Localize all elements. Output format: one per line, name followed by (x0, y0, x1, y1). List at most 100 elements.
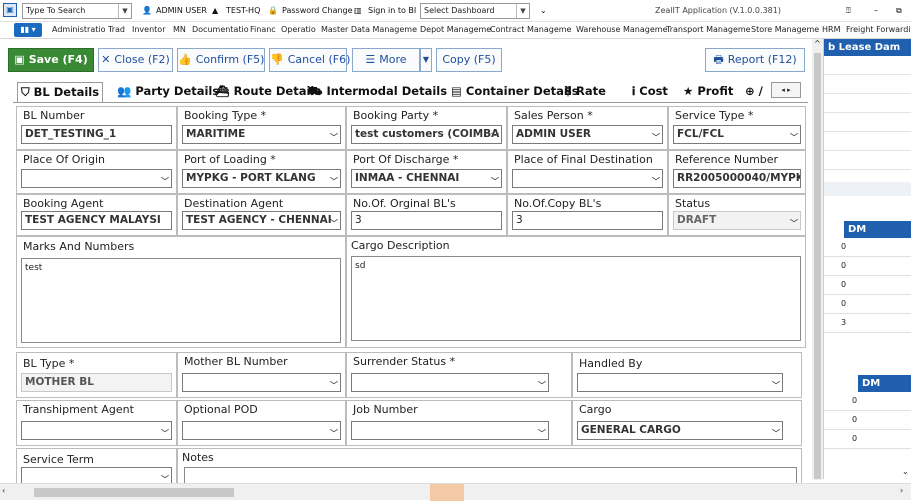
menu-item-depot[interactable]: Depot Manageme (420, 25, 491, 34)
menu-item-operation[interactable]: Operatio (281, 25, 316, 34)
place-of-origin-select[interactable]: ﹀ (21, 169, 172, 188)
horizontal-scrollbar[interactable]: ‹ › (0, 483, 911, 501)
scroll-thumb[interactable] (34, 488, 234, 497)
tab-party-details[interactable]: 👥 Party Details (117, 84, 219, 98)
menu-item-inventory[interactable]: Inventor (132, 25, 165, 34)
menu-item-contract[interactable]: Contract Manageme (490, 25, 571, 34)
scroll-left-icon[interactable]: ‹ (2, 486, 5, 495)
tab-cost[interactable]: 𝐢 Cost (632, 84, 668, 99)
main-menu-button[interactable]: ▮▮ ▾ (14, 23, 42, 37)
search-input[interactable]: Type To Search ▼ (22, 3, 132, 19)
job-number-select[interactable]: ﹀ (351, 421, 549, 440)
scroll-right-icon[interactable]: › (900, 486, 903, 495)
dashboard-select[interactable]: Select Dashboard ▼ (420, 3, 530, 19)
chevron-down-icon[interactable]: ▼ (118, 4, 131, 18)
scroll-thumb[interactable] (814, 53, 821, 479)
tab-route-details[interactable]: ⛴ Route Details (215, 84, 321, 98)
mother-bl-select[interactable]: ﹀ (182, 373, 341, 392)
optional-pod-select[interactable]: ﹀ (182, 421, 341, 440)
right-panel-scroll-down-icon[interactable]: ⌄ (902, 467, 909, 476)
chevron-down-icon[interactable]: ﹀ (330, 425, 338, 439)
tab-intermodal-details[interactable]: ⛟ Intermodal Details (308, 84, 447, 100)
pin-icon[interactable]: ⌄ (540, 4, 547, 18)
chevron-down-icon[interactable]: ﹀ (772, 425, 780, 439)
sales-person-select[interactable]: ADMIN USER ﹀ (512, 125, 663, 144)
chevron-down-icon[interactable]: ﹀ (330, 129, 338, 143)
user-name[interactable]: ADMIN USER (156, 4, 207, 18)
chevron-down-icon[interactable]: ﹀ (491, 129, 499, 143)
tab-more[interactable]: ⊕ / (745, 84, 763, 98)
tab-scroll-buttons[interactable]: ◂ ▸ (771, 82, 801, 98)
confirm-button[interactable]: 👍 Confirm (F5) (177, 48, 265, 72)
surrender-select[interactable]: ﹀ (351, 373, 549, 392)
menu-item-hrm[interactable]: HRM (822, 25, 840, 34)
chevron-down-icon[interactable]: ﹀ (330, 377, 338, 391)
cargo-desc-textarea[interactable]: sd (351, 256, 801, 341)
port-of-discharge-select[interactable]: INMAA - CHENNAI ﹀ (351, 169, 502, 188)
menu-item-transport[interactable]: Transport Manageme (666, 25, 751, 34)
close-button[interactable]: ✕ Close (F2) (98, 48, 173, 72)
menu-item-master-data[interactable]: Master Data Manageme (321, 25, 417, 34)
chevron-down-icon[interactable]: ﹀ (538, 377, 546, 391)
copy-bls-field[interactable]: 3 (512, 211, 663, 230)
menu-item-freight[interactable]: Freight Forwardin (846, 25, 911, 34)
scroll-up-icon[interactable]: ^ (814, 39, 821, 48)
chevron-down-icon[interactable]: ﹀ (652, 129, 660, 143)
top-bar: ▣ Type To Search ▼ 👤 ADMIN USER ▲ TEST-H… (0, 0, 911, 22)
chevron-down-icon[interactable]: ﹀ (161, 425, 169, 439)
save-button[interactable]: ▣ Save (F4) (8, 48, 94, 72)
tab-bl-details[interactable]: ⛉ BL Details (17, 82, 104, 102)
tranship-agent-select[interactable]: ﹀ (21, 421, 172, 440)
password-change-link[interactable]: Password Change (282, 4, 353, 18)
booking-type-select[interactable]: MARITIME ﹀ (182, 125, 341, 144)
help-icon[interactable]: ⍰ (846, 4, 851, 18)
menu-item-store[interactable]: Store Manageme (751, 25, 819, 34)
reference-number-field[interactable]: RR2005000040/MYPK (673, 169, 801, 188)
marks-textarea[interactable]: test (21, 258, 341, 343)
restore-icon[interactable]: ⧉ (896, 4, 902, 18)
report-button[interactable]: 🖶 Report (F12) (705, 48, 805, 72)
menu-item-warehouse[interactable]: Warehouse Manageme (576, 25, 668, 34)
branch-name[interactable]: TEST-HQ (226, 4, 260, 18)
tab-container-details[interactable]: ▤ Container Details (451, 84, 579, 98)
booking-type-cell: Booking Type * MARITIME ﹀ (177, 106, 346, 150)
chevron-down-icon[interactable]: ﹀ (790, 129, 798, 143)
menu-item-finance[interactable]: Financ (250, 25, 276, 34)
handled-by-select[interactable]: ﹀ (577, 373, 783, 392)
destination-agent-value: TEST AGENCY - CHENNAI (186, 214, 332, 226)
service-type-select[interactable]: FCL/FCL ﹀ (673, 125, 801, 144)
orig-bls-field[interactable]: 3 (351, 211, 502, 230)
tab-rate[interactable]: $ Rate (564, 84, 606, 98)
chevron-down-icon[interactable]: ﹀ (652, 173, 660, 187)
menu-item-administration[interactable]: Administratio (52, 25, 105, 34)
chevron-down-icon[interactable]: ﹀ (538, 425, 546, 439)
minimize-icon[interactable]: – (874, 4, 878, 18)
chevron-down-icon[interactable]: ﹀ (330, 215, 338, 229)
copy-bls-label: No.Of.Copy BL's (514, 197, 602, 210)
sign-in-bi-link[interactable]: Sign in to BI (368, 4, 416, 18)
booking-party-label: Booking Party * (353, 109, 439, 122)
booking-agent-cell: Booking Agent TEST AGENCY MALAYSI (16, 194, 177, 236)
more-button[interactable]: ☰ More (352, 48, 420, 72)
menu-item-mnr[interactable]: MN (173, 25, 186, 34)
grid2-cell: 0 (852, 434, 858, 443)
chevron-down-icon[interactable]: ﹀ (330, 173, 338, 187)
cargo-select[interactable]: GENERAL CARGO ﹀ (577, 421, 783, 440)
menu-item-documentation[interactable]: Documentatio (192, 25, 249, 34)
chevron-down-icon[interactable]: ﹀ (772, 377, 780, 391)
booking-agent-field[interactable]: TEST AGENCY MALAYSI (21, 211, 172, 230)
chevron-down-icon[interactable]: ﹀ (161, 173, 169, 187)
place-final-dest-select[interactable]: ﹀ (512, 169, 663, 188)
more-dropdown-button[interactable]: ▼ (420, 48, 432, 72)
vertical-scrollbar[interactable]: ^ (812, 39, 823, 480)
tab-profit[interactable]: ★ Profit (683, 84, 733, 98)
port-of-loading-select[interactable]: MYPKG - PORT KLANG ﹀ (182, 169, 341, 188)
copy-button[interactable]: Copy (F5) (436, 48, 502, 72)
chevron-down-icon[interactable]: ▼ (516, 4, 529, 18)
bl-number-field[interactable]: DET_TESTING_1 (21, 125, 172, 144)
destination-agent-select[interactable]: TEST AGENCY - CHENNAI ﹀ (182, 211, 341, 230)
chevron-down-icon[interactable]: ﹀ (491, 173, 499, 187)
cancel-button[interactable]: 👎 Cancel (F6) (269, 48, 350, 72)
menu-item-trade[interactable]: Trad (108, 25, 125, 34)
booking-party-select[interactable]: test customers (COIMBA ﹀ (351, 125, 502, 144)
